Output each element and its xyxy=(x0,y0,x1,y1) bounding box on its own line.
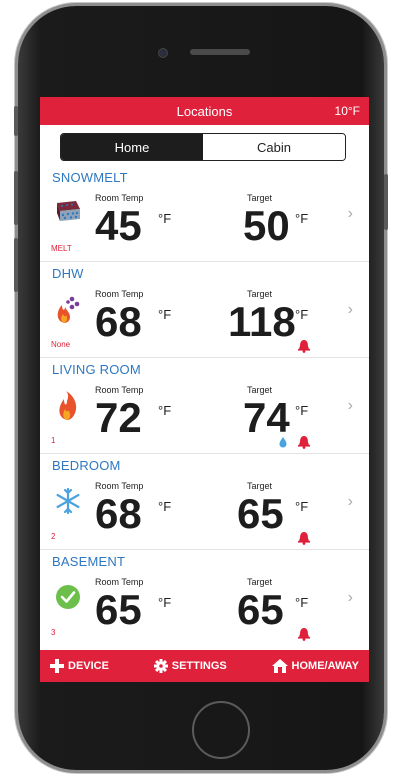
zone-mode: 2 xyxy=(51,532,56,541)
bottom-toolbar: DEVICE SETTINGS HOME/AWAY xyxy=(40,650,369,682)
location-segmented-control: Home Cabin xyxy=(60,133,346,161)
plus-icon xyxy=(50,659,64,673)
page-title: Locations xyxy=(176,103,233,119)
tab-home[interactable]: Home xyxy=(61,134,203,160)
room-temp-unit: °F xyxy=(158,307,172,322)
bell-icon xyxy=(298,436,310,449)
zone-name: DHW xyxy=(52,266,84,281)
power-button xyxy=(384,174,388,230)
water-drop-icon xyxy=(279,437,287,448)
header-bar: Locations 10°F xyxy=(40,97,369,125)
room-temp-unit: °F xyxy=(158,595,172,610)
check-circle-icon xyxy=(56,585,80,609)
zone-name: BEDROOM xyxy=(52,458,121,473)
gear-icon xyxy=(153,659,168,673)
chevron-right-icon: › xyxy=(347,589,353,606)
device-label: DEVICE xyxy=(68,660,109,672)
target-value: 65 xyxy=(237,490,284,537)
home-away-label: HOME/AWAY xyxy=(291,660,359,672)
room-temp-value: 45 xyxy=(95,202,142,249)
zone-row-basement[interactable]: BASEMENT 3 Room Temp 65 °F Target 65 °F … xyxy=(40,549,369,645)
add-device-button[interactable]: DEVICE xyxy=(50,659,109,673)
zone-name: BASEMENT xyxy=(52,554,126,569)
zone-row-living-room[interactable]: LIVING ROOM 1 Room Temp 72 °F Target 74 … xyxy=(40,357,369,454)
settings-button[interactable]: SETTINGS xyxy=(153,659,227,673)
room-temp-unit: °F xyxy=(158,211,172,226)
outdoor-temperature: 10°F xyxy=(334,104,360,118)
snowflake-icon xyxy=(56,487,80,515)
bell-icon xyxy=(298,532,310,545)
volume-up-button xyxy=(14,171,18,225)
home-away-button[interactable]: HOME/AWAY xyxy=(271,659,359,673)
zone-mode: 1 xyxy=(51,436,56,445)
app-screen: Locations 10°F Home Cabin SNOWMELT MELT … xyxy=(40,97,369,682)
zone-name: LIVING ROOM xyxy=(52,362,141,377)
target-unit: °F xyxy=(295,595,309,610)
target-value: 50 xyxy=(243,202,290,249)
target-unit: °F xyxy=(295,403,309,418)
target-value: 74 xyxy=(243,394,290,441)
tab-cabin[interactable]: Cabin xyxy=(203,134,345,160)
volume-down-button xyxy=(14,238,18,292)
front-camera xyxy=(158,48,168,58)
flame-icon xyxy=(59,391,77,420)
home-away-icon xyxy=(271,659,288,673)
mute-switch xyxy=(14,106,18,136)
bell-icon xyxy=(298,340,310,353)
snowmelt-icon xyxy=(57,201,80,221)
chevron-right-icon: › xyxy=(347,301,353,318)
target-value: 118 xyxy=(228,298,296,345)
settings-label: SETTINGS xyxy=(171,660,227,672)
room-temp-unit: °F xyxy=(158,403,172,418)
chevron-right-icon: › xyxy=(347,493,353,510)
zone-mode: MELT xyxy=(51,244,72,253)
room-temp-unit: °F xyxy=(158,499,172,514)
target-unit: °F xyxy=(295,211,309,226)
chevron-right-icon: › xyxy=(347,205,353,222)
zone-row-dhw[interactable]: DHW None Room Temp 68 °F Target 118 °F › xyxy=(40,261,369,358)
bell-icon xyxy=(298,628,310,641)
chevron-right-icon: › xyxy=(347,397,353,414)
target-unit: °F xyxy=(295,499,309,514)
room-temp-value: 65 xyxy=(95,586,142,633)
target-unit: °F xyxy=(295,307,309,322)
room-temp-value: 68 xyxy=(95,490,142,537)
zone-row-bedroom[interactable]: BEDROOM 2 Room Temp 68 °F Target 65 °F › xyxy=(40,453,369,550)
zone-row-snowmelt[interactable]: SNOWMELT MELT Room Temp 45 °F Target 50 … xyxy=(40,165,369,262)
home-button[interactable] xyxy=(192,701,250,759)
earpiece-speaker xyxy=(190,49,250,55)
target-value: 65 xyxy=(237,586,284,633)
room-temp-value: 68 xyxy=(95,298,142,345)
zone-name: SNOWMELT xyxy=(52,170,128,185)
room-temp-value: 72 xyxy=(95,394,142,441)
flame-dhw-icon xyxy=(57,296,80,323)
zone-mode: None xyxy=(51,340,71,349)
zone-mode: 3 xyxy=(51,628,56,637)
